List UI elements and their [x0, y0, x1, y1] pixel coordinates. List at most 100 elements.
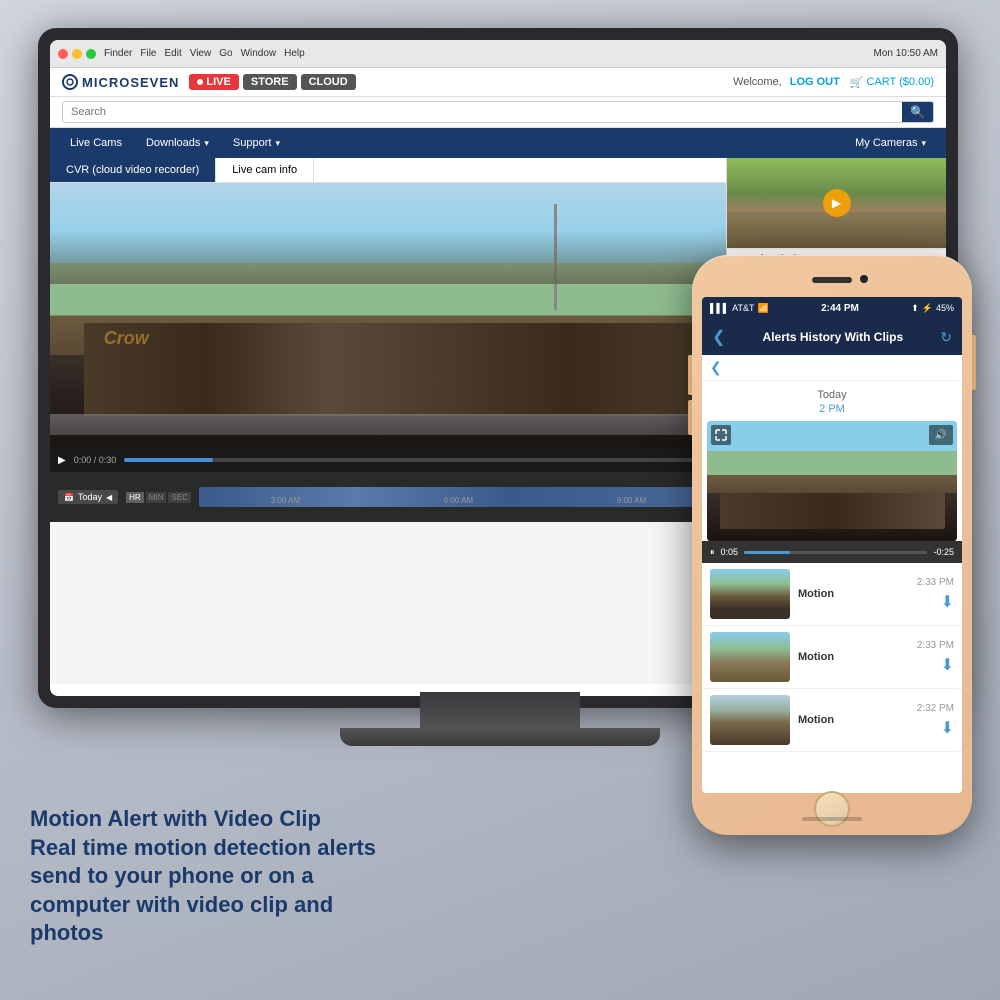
cart-area[interactable]: 🛒 CART ($0.00) [850, 76, 934, 89]
phone-nav-back-icon[interactable]: ❮ [710, 359, 722, 376]
browser-chrome: Finder File Edit View Go Window Help Mon… [50, 40, 946, 68]
phone-video-current-time: 0:05 [721, 547, 739, 557]
site-logo-text[interactable]: MICROSEVEN [82, 75, 179, 90]
bluetooth-icon: ⚡ [922, 303, 933, 314]
phone-power-button[interactable] [972, 335, 976, 390]
carrier-label: AT&T [732, 303, 754, 313]
video-progress-bar[interactable] [124, 458, 718, 462]
phone-date-header: Today [702, 381, 962, 403]
live-button[interactable]: LIVE [189, 74, 238, 90]
downloads-chevron-icon: ▾ [204, 138, 209, 149]
search-bar-area: 🔍 [50, 97, 946, 128]
alert-2-download-button[interactable]: ⬇ [941, 655, 954, 675]
bottom-text-line-1: Motion Alert with Video Clip [30, 805, 410, 834]
monitor-stand [420, 692, 580, 732]
menu-edit[interactable]: Edit [164, 48, 181, 59]
tab-live-cam-info[interactable]: Live cam info [216, 158, 314, 182]
timeline: 📅 Today ◀ HR MIN SEC 3:00 A [50, 472, 726, 522]
logo-area: MICROSEVEN [62, 74, 179, 90]
video-controls: ▶ 0:00 / 0:30 [50, 448, 726, 472]
store-button[interactable]: STORE [243, 74, 297, 90]
my-cameras-chevron-icon: ▾ [921, 138, 926, 149]
battery-percentage: 45% [936, 303, 954, 313]
timeline-units: HR MIN SEC [126, 492, 191, 503]
unit-min[interactable]: MIN [146, 492, 167, 503]
video-time-display: 0:00 / 0:30 [74, 455, 117, 465]
maximize-window-button[interactable] [86, 49, 96, 59]
alert-3-time-wrap: 2:32 PM ⬇ [917, 703, 954, 738]
browser-window-controls [58, 49, 96, 59]
phone-home-button[interactable] [814, 791, 850, 827]
menu-help[interactable]: Help [284, 48, 305, 59]
alert-1-scene [710, 569, 790, 619]
phone-body: ▌▌▌ AT&T 📶 2:44 PM ⬆ ⚡ 45% ❮ Alerts Hist… [692, 255, 972, 835]
phone-status-bar: ▌▌▌ AT&T 📶 2:44 PM ⬆ ⚡ 45% [702, 297, 962, 319]
alert-1-type: Motion [798, 588, 909, 600]
alert-3-scene [710, 695, 790, 745]
alert-3-info: Motion [798, 714, 909, 726]
phone-signal-area: ▌▌▌ AT&T 📶 [710, 303, 769, 314]
phone: ▌▌▌ AT&T 📶 2:44 PM ⬆ ⚡ 45% ❮ Alerts Hist… [692, 255, 972, 835]
alert-1-download-button[interactable]: ⬇ [941, 592, 954, 612]
menu-window[interactable]: Window [241, 48, 277, 59]
cloud-button[interactable]: CLOUD [301, 74, 356, 90]
alert-2-time-wrap: 2:33 PM ⬇ [917, 640, 954, 675]
location-icon: ⬆ [911, 303, 919, 314]
camera-1-scene: ▶ [727, 158, 946, 248]
welcome-text: Welcome, [733, 76, 782, 88]
close-window-button[interactable] [58, 49, 68, 59]
nav-support[interactable]: Support ▾ [221, 128, 292, 158]
alert-item-2[interactable]: Motion 2:33 PM ⬇ [702, 626, 962, 689]
camera-1-play-button[interactable]: ▶ [823, 189, 851, 217]
search-button[interactable]: 🔍 [902, 102, 933, 122]
timeline-time-labels: 3:00 AM 6:00 AM 9:00 AM [199, 496, 718, 505]
alert-3-thumbnail [710, 695, 790, 745]
timeline-track[interactable]: 3:00 AM 6:00 AM 9:00 AM [199, 472, 718, 522]
minimize-window-button[interactable] [72, 49, 82, 59]
phone-screen-title: Alerts History With Clips [733, 330, 932, 344]
phone-video-player[interactable]: 🔊 [707, 421, 957, 541]
scene-train: Crow [84, 323, 692, 416]
alert-2-type: Motion [798, 651, 909, 663]
phone-video-controls: ⏸ 0:05 -0:25 [702, 541, 962, 563]
video-player[interactable]: Crow [50, 183, 726, 448]
phone-back-button[interactable]: ❮ [712, 327, 725, 347]
search-input[interactable] [63, 102, 902, 122]
menu-finder[interactable]: Finder [104, 48, 132, 59]
phone-camera-dot [860, 275, 868, 283]
main-content: CVR (cloud video recorder) Live cam info [50, 158, 726, 684]
menu-file[interactable]: File [140, 48, 156, 59]
nav-live-cams[interactable]: Live Cams [58, 128, 134, 158]
phone-volume-button[interactable] [688, 400, 692, 435]
search-input-wrap: 🔍 [62, 101, 934, 123]
main-navigation: Live Cams Downloads ▾ Support ▾ My Camer… [50, 128, 946, 158]
phone-refresh-button[interactable]: ↻ [940, 329, 952, 346]
phone-video-volume-icon[interactable]: 🔊 [929, 425, 953, 445]
alert-3-download-button[interactable]: ⬇ [941, 718, 954, 738]
logout-button[interactable]: LOG OUT [790, 76, 840, 88]
tab-cvr[interactable]: CVR (cloud video recorder) [50, 158, 216, 182]
wifi-icon: 📶 [757, 303, 768, 314]
bottom-text-line-4: computer with video clip and photos [30, 891, 410, 948]
phone-date-sublabel: 2 PM [702, 403, 962, 415]
unit-sec[interactable]: SEC [168, 492, 190, 503]
page-background: Finder File Edit View Go Window Help Mon… [0, 0, 1000, 1000]
alert-item-1[interactable]: Motion 2:33 PM ⬇ [702, 563, 962, 626]
phone-video-scene [707, 421, 957, 541]
alert-item-3[interactable]: Motion 2:32 PM ⬇ [702, 689, 962, 752]
phone-progress-bar[interactable] [744, 551, 927, 554]
signal-bars-icon: ▌▌▌ [710, 303, 729, 313]
unit-hr[interactable]: HR [126, 492, 144, 503]
phone-video-remaining-time: -0:25 [933, 547, 954, 557]
nav-my-cameras[interactable]: My Cameras ▾ [843, 128, 938, 158]
live-indicator-dot [197, 79, 203, 85]
nav-downloads[interactable]: Downloads ▾ [134, 128, 221, 158]
phone-video-expand-icon[interactable] [711, 425, 731, 445]
alert-2-info: Motion [798, 651, 909, 663]
play-button[interactable]: ▶ [58, 455, 66, 466]
menu-view[interactable]: View [190, 48, 212, 59]
phone-pause-button[interactable]: ⏸ [710, 547, 715, 558]
phone-progress-fill [744, 551, 790, 554]
menu-go[interactable]: Go [219, 48, 232, 59]
phone-mute-button[interactable] [688, 355, 692, 395]
